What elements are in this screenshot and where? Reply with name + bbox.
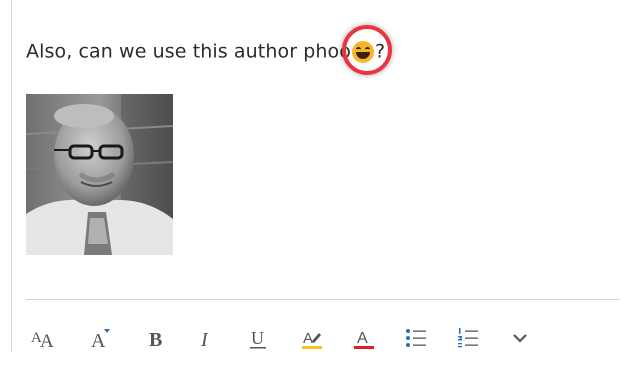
underline-icon: U (250, 328, 266, 349)
bold-icon: B (149, 329, 162, 351)
svg-text:A: A (357, 330, 368, 347)
highlight-button[interactable]: A (294, 318, 330, 358)
bulleted-list-button[interactable] (398, 318, 434, 358)
italic-icon: I (200, 329, 209, 351)
underline-button[interactable]: U (240, 318, 276, 358)
reading-pane-left-border (11, 0, 12, 352)
font-color-icon: A (354, 330, 374, 349)
author-photo[interactable] (26, 94, 173, 255)
bold-button[interactable]: B (138, 318, 174, 358)
svg-text:A: A (40, 331, 54, 351)
more-options-chevron-icon (513, 334, 527, 343)
font-size-button[interactable]: A A (26, 318, 62, 358)
svg-text:A: A (303, 330, 313, 347)
message-text-part: Also, can we use this author pho (26, 40, 340, 63)
more-formatting-button[interactable] (502, 318, 538, 358)
highlight-icon: A (302, 330, 322, 349)
bulleted-list-icon (406, 329, 426, 347)
highlight-circle-annotation (342, 25, 392, 75)
svg-text:U: U (251, 328, 264, 348)
grow-font-button[interactable]: A (82, 318, 118, 358)
composer-divider (26, 299, 620, 300)
svg-text:A: A (91, 330, 106, 351)
font-color-button[interactable]: A (346, 318, 382, 358)
message-body-text[interactable]: Also, can we use this author phoo? (26, 40, 385, 63)
font-size-icon: A A (31, 330, 54, 351)
italic-button[interactable]: I (188, 318, 224, 358)
formatting-toolbar: A A A B I U A A (26, 318, 566, 358)
svg-text:I: I (200, 329, 209, 351)
svg-text:B: B (149, 329, 162, 351)
numbered-list-button[interactable] (450, 318, 486, 358)
grow-font-icon: A (91, 329, 110, 351)
numbered-list-icon (458, 328, 478, 348)
